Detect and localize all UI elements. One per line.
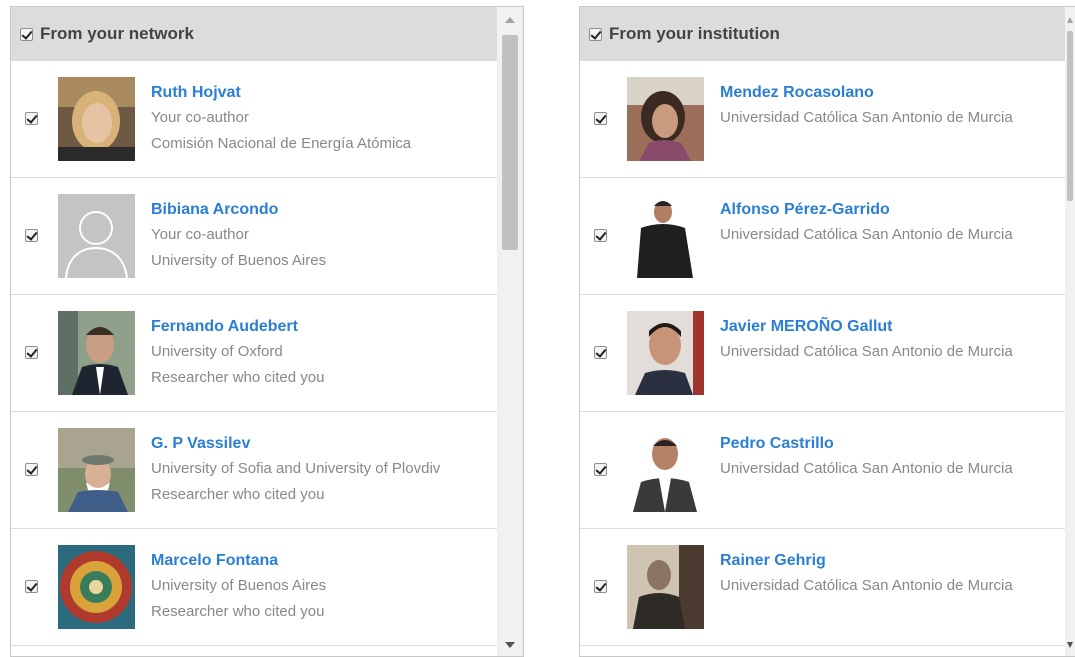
list-item: Javier MEROÑO Gallut Universidad Católic… (580, 295, 1066, 412)
scroll-up-arrow-icon[interactable] (1067, 17, 1073, 23)
scroll-down-arrow-icon[interactable] (505, 642, 515, 648)
avatar (627, 545, 704, 629)
avatar (58, 77, 135, 161)
list-item: Marcelo Fontana University of Buenos Air… (11, 529, 497, 646)
person-affiliation: Universidad Católica San Antonio de Murc… (720, 226, 1013, 243)
person-checkbox[interactable] (594, 346, 607, 359)
network-scrollbar[interactable] (497, 7, 523, 656)
person-name-link[interactable]: Rainer Gehrig (720, 551, 1013, 571)
scroll-thumb[interactable] (1067, 31, 1073, 201)
person-affiliation: Universidad Católica San Antonio de Murc… (720, 343, 1013, 360)
avatar (58, 545, 135, 629)
person-relation: Researcher who cited you (151, 486, 325, 503)
person-relation: Your co-author (151, 226, 249, 243)
person-affiliation: University of Buenos Aires (151, 252, 327, 269)
person-relation: Your co-author (151, 109, 249, 126)
person-checkbox[interactable] (594, 112, 607, 125)
list-item: Pedro Castrillo Universidad Católica San… (580, 412, 1066, 529)
person-checkbox[interactable] (25, 112, 38, 125)
person-checkbox[interactable] (25, 463, 38, 476)
avatar-placeholder-icon (58, 194, 135, 278)
list-item: Mendez Rocasolano Universidad Católica S… (580, 61, 1066, 178)
person-name-link[interactable]: G. P Vassilev (151, 434, 440, 454)
avatar (58, 428, 135, 512)
list-item: Alfonso Pérez-Garrido Universidad Católi… (580, 178, 1066, 295)
scroll-up-arrow-icon[interactable] (505, 17, 515, 23)
person-name-link[interactable]: Alfonso Pérez-Garrido (720, 200, 1013, 220)
avatar (627, 311, 704, 395)
person-checkbox[interactable] (594, 580, 607, 593)
avatar (627, 428, 704, 512)
person-checkbox[interactable] (25, 580, 38, 593)
person-name-link[interactable]: Javier MEROÑO Gallut (720, 317, 1013, 337)
person-checkbox[interactable] (25, 346, 38, 359)
person-relation: Researcher who cited you (151, 603, 325, 620)
institution-panel: From your institution Mendez Rocasolano … (579, 6, 1075, 657)
person-name-link[interactable]: Pedro Castrillo (720, 434, 1013, 454)
network-panel: From your network Ruth Hojvat Your co-au… (10, 6, 524, 657)
institution-panel-title: From your institution (609, 24, 780, 43)
avatar (627, 194, 704, 278)
person-checkbox[interactable] (25, 229, 38, 242)
network-panel-title: From your network (40, 24, 194, 43)
person-affiliation: Universidad Católica San Antonio de Murc… (720, 109, 1013, 126)
list-item: Rainer Gehrig Universidad Católica San A… (580, 529, 1066, 646)
list-item: G. P Vassilev University of Sofia and Un… (11, 412, 497, 529)
institution-scrollbar[interactable] (1065, 7, 1075, 656)
person-checkbox[interactable] (594, 463, 607, 476)
institution-list: Mendez Rocasolano Universidad Católica S… (580, 61, 1066, 646)
person-name-link[interactable]: Marcelo Fontana (151, 551, 326, 571)
list-item: Ruth Hojvat Your co-author Comisión Naci… (11, 61, 497, 178)
person-name-link[interactable]: Bibiana Arcondo (151, 200, 326, 220)
avatar (627, 77, 704, 161)
list-item: Fernando Audebert University of Oxford R… (11, 295, 497, 412)
network-list: Ruth Hojvat Your co-author Comisión Naci… (11, 61, 497, 646)
person-name-link[interactable]: Ruth Hojvat (151, 83, 411, 103)
person-checkbox[interactable] (594, 229, 607, 242)
person-relation: Researcher who cited you (151, 369, 325, 386)
list-item: Bibiana Arcondo Your co-author Universit… (11, 178, 497, 295)
person-affiliation: Universidad Católica San Antonio de Murc… (720, 460, 1013, 477)
select-all-network-checkbox[interactable] (20, 27, 33, 41)
scroll-thumb[interactable] (502, 35, 518, 250)
institution-panel-header[interactable]: From your institution (580, 7, 1066, 61)
person-affiliation: Comisión Nacional de Energía Atómica (151, 135, 412, 152)
network-panel-header[interactable]: From your network (11, 7, 497, 61)
select-all-institution-checkbox[interactable] (589, 27, 602, 41)
person-affiliation: University of Oxford (151, 343, 283, 360)
person-name-link[interactable]: Mendez Rocasolano (720, 83, 1013, 103)
person-name-link[interactable]: Fernando Audebert (151, 317, 324, 337)
person-affiliation: Universidad Católica San Antonio de Murc… (720, 577, 1013, 594)
scroll-down-arrow-icon[interactable] (1067, 642, 1073, 648)
avatar (58, 311, 135, 395)
person-affiliation: University of Sofia and University of Pl… (151, 460, 441, 477)
person-affiliation: University of Buenos Aires (151, 577, 327, 594)
